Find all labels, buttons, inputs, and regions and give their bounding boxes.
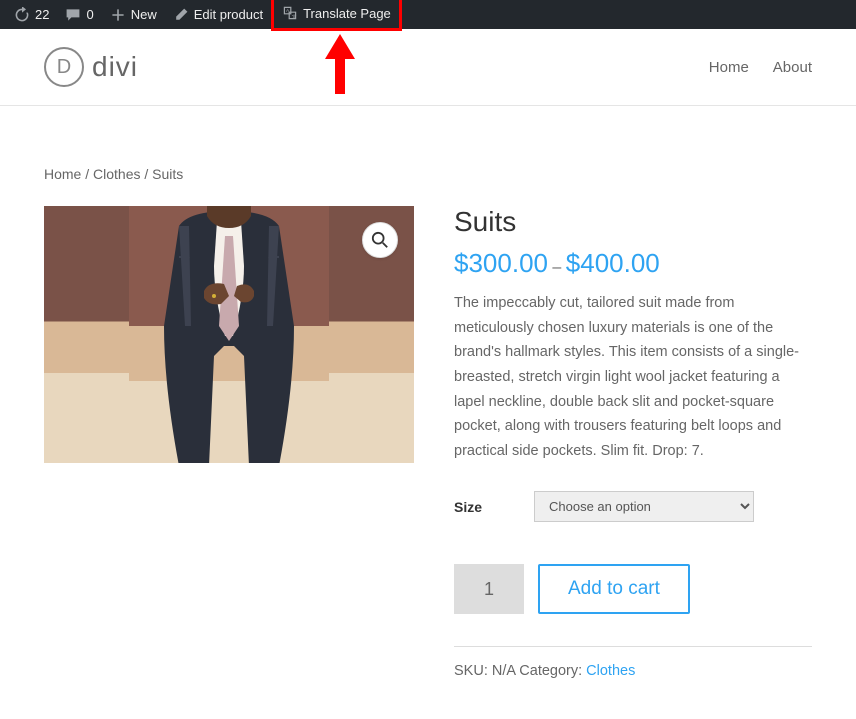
admin-translate-page[interactable]: A文 Translate Page <box>271 0 402 31</box>
admin-comments[interactable]: 0 <box>57 0 101 29</box>
site-header: D divi Home About <box>0 29 856 106</box>
product-gallery <box>44 206 414 679</box>
sku-label: SKU: <box>454 663 492 679</box>
size-select[interactable]: Choose an option <box>534 491 754 522</box>
magnifier-icon <box>371 231 389 249</box>
zoom-button[interactable] <box>362 222 398 258</box>
plus-icon <box>110 7 126 23</box>
add-to-cart-button[interactable]: Add to cart <box>538 564 690 614</box>
translate-icon: A文 <box>282 5 298 21</box>
breadcrumb-category[interactable]: Clothes <box>93 166 140 182</box>
admin-updates[interactable]: 22 <box>6 0 57 29</box>
product-meta: SKU: N/A Category: Clothes <box>454 663 812 679</box>
nav-home[interactable]: Home <box>709 59 749 76</box>
pencil-icon <box>173 7 189 23</box>
product-price: $300.00 – $400.00 <box>454 248 812 279</box>
price-high: $400.00 <box>566 248 660 278</box>
new-label: New <box>131 7 157 22</box>
primary-nav: Home About <box>709 59 812 76</box>
edit-label: Edit product <box>194 7 263 22</box>
breadcrumb-home[interactable]: Home <box>44 166 81 182</box>
product-title: Suits <box>454 206 812 238</box>
add-to-cart-row: Add to cart <box>454 564 812 614</box>
product-image[interactable] <box>44 206 414 463</box>
product: Suits $300.00 – $400.00 The impeccably c… <box>44 206 812 679</box>
category-link[interactable]: Clothes <box>586 663 635 679</box>
logo-mark: D <box>44 47 84 87</box>
refresh-icon <box>14 7 30 23</box>
admin-new[interactable]: New <box>102 0 165 29</box>
category-label: Category: <box>515 663 586 679</box>
variation-row: Size Choose an option <box>454 491 812 522</box>
wp-admin-bar: 22 0 New Edit product A文 Translate Page <box>0 0 856 29</box>
quantity-input[interactable] <box>454 564 524 614</box>
sku-value: N/A <box>492 663 515 679</box>
comment-icon <box>65 7 81 23</box>
breadcrumb-current: Suits <box>152 166 183 182</box>
main-content: Home / Clothes / Suits <box>0 106 856 719</box>
meta-divider <box>454 646 812 647</box>
comments-count: 0 <box>86 7 93 22</box>
suit-figure-image <box>129 206 329 463</box>
breadcrumb: Home / Clothes / Suits <box>44 166 812 182</box>
product-summary: Suits $300.00 – $400.00 The impeccably c… <box>454 206 812 679</box>
logo[interactable]: D divi <box>44 47 138 87</box>
translate-label: Translate Page <box>303 6 391 21</box>
updates-count: 22 <box>35 7 49 22</box>
price-low: $300.00 <box>454 248 548 278</box>
logo-text: divi <box>92 51 138 83</box>
product-description: The impeccably cut, tailored suit made f… <box>454 291 812 463</box>
size-label: Size <box>454 499 504 515</box>
nav-about[interactable]: About <box>773 59 812 76</box>
admin-edit-product[interactable]: Edit product <box>165 0 271 29</box>
